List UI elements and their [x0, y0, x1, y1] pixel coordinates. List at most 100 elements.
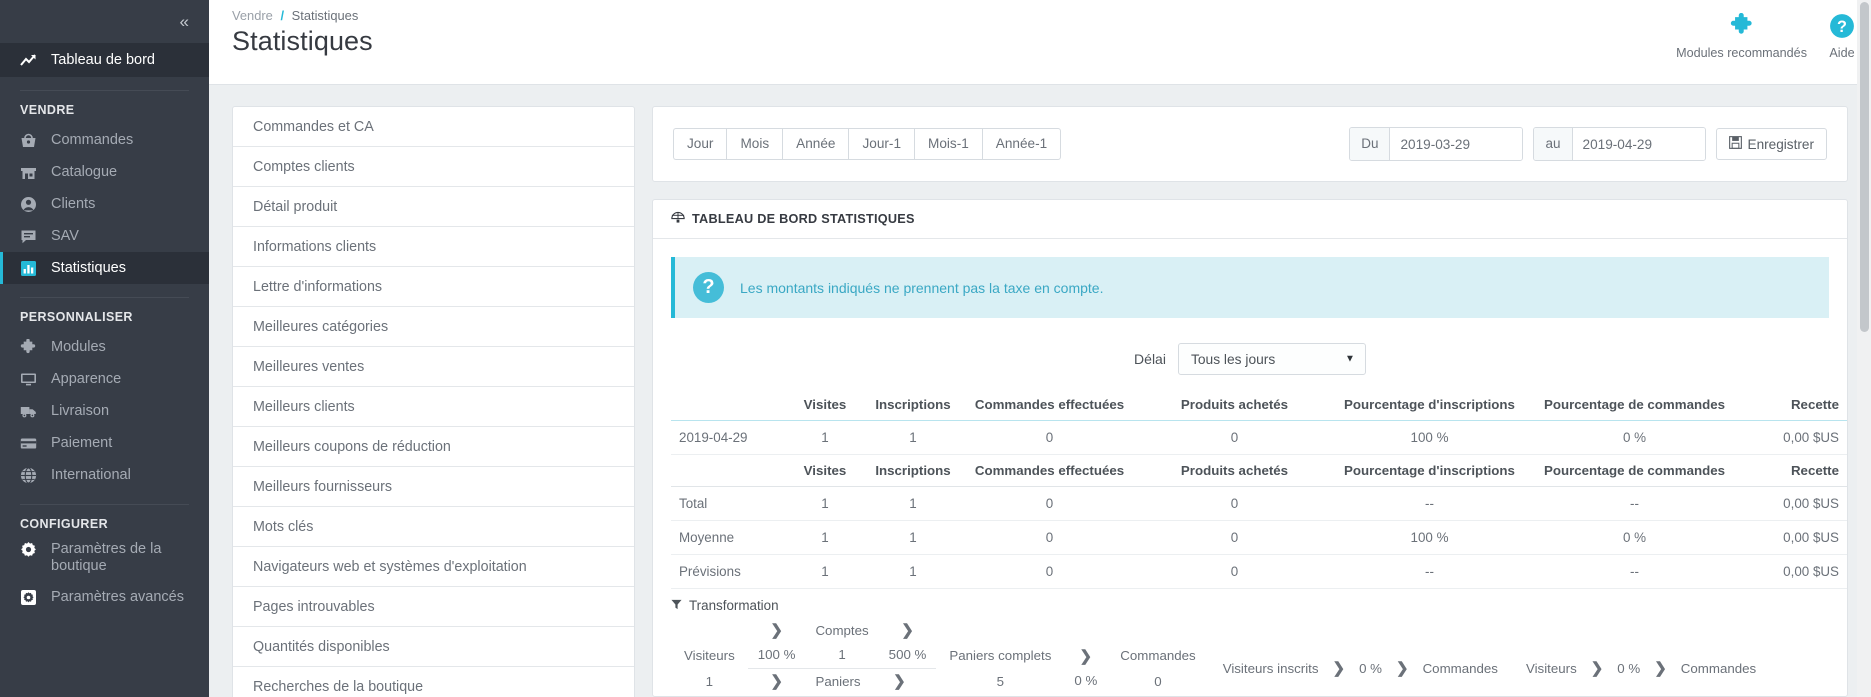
funnel-tail-label-2: Commandes [1422, 661, 1498, 677]
sidebar-item-international[interactable]: International [0, 459, 209, 491]
sidebar-section-title-personnaliser: PERSONNALISER [20, 310, 133, 324]
sidebar-item-statistiques[interactable]: Statistiques [0, 252, 209, 284]
stat-list-item[interactable]: Informations clients [233, 227, 634, 267]
period-button-jour-1[interactable]: Jour-1 [848, 128, 914, 160]
funnel-step-commandes: Commandes 0 [1107, 643, 1208, 695]
stat-list-item[interactable]: Détail produit [233, 187, 634, 227]
funnel-start: Visiteurs 1 [671, 643, 748, 695]
chevron-right-icon: ❯ [901, 622, 914, 640]
sidebar-item-catalogue[interactable]: Catalogue [0, 156, 209, 188]
sidebar-item-label: International [51, 467, 131, 483]
period-button-annee-1[interactable]: Année-1 [981, 128, 1062, 160]
delai-label: Délai [1134, 351, 1166, 368]
funnel-node-paniers: Paniers 5 [805, 670, 870, 696]
sidebar-item-parametres-de-la-boutique[interactable]: Paramètres de la boutique [0, 538, 209, 581]
sidebar-item-livraison[interactable]: Livraison [0, 395, 209, 427]
col-pourcentage-inscriptions: Pourcentage d'inscriptions [1344, 397, 1515, 413]
stat-list-item[interactable]: Lettre d'informations [233, 267, 634, 307]
sidebar-item-apparence[interactable]: Apparence [0, 363, 209, 395]
cell-commandes-effectuees: 0 [957, 420, 1142, 456]
stat-list-item[interactable]: Meilleures catégories [233, 307, 634, 347]
breadcrumb-parent[interactable]: Vendre [232, 8, 273, 23]
cell-pourcentage-commandes: -- [1532, 554, 1737, 590]
help-circle-icon: ? [1829, 10, 1855, 41]
stat-list-item[interactable]: Mots clés [233, 507, 634, 547]
person-icon [20, 196, 37, 213]
col-produits-achetes: Produits achetés [1180, 397, 1289, 413]
transformation-title-label: Transformation [689, 598, 779, 614]
question-circle-icon: ? [693, 272, 724, 304]
breadcrumb-current: Statistiques [291, 8, 359, 23]
stat-list-item[interactable]: Commandes et CA [233, 107, 634, 147]
stat-list-item[interactable]: Recherches de la boutique [233, 667, 634, 697]
col-pourcentage-inscriptions: Pourcentage d'inscriptions [1327, 454, 1532, 488]
transformation-title: Transformation [671, 598, 1829, 613]
period-button-jour[interactable]: Jour [673, 128, 727, 160]
truck-icon [20, 403, 37, 420]
statistics-dashboard-card: TABLEAU DE BORD STATISTIQUES ? Les monta… [652, 199, 1848, 697]
cell-pourcentage-commandes: 0 % [1532, 520, 1737, 556]
table-row: Total 1 1 0 0 -- -- 0,00 $US [671, 486, 1847, 522]
recommended-modules-button[interactable]: Modules recommandés [1676, 10, 1807, 60]
help-button[interactable]: ? Aide [1829, 10, 1855, 60]
delai-select-wrapper: Tous les jours ▼ [1177, 343, 1366, 376]
page-scrollbar[interactable] [1857, 0, 1871, 697]
sidebar-item-parametres-avances[interactable]: Paramètres avancés [0, 581, 209, 613]
stat-list-item[interactable]: Meilleurs fournisseurs [233, 467, 634, 507]
stat-list-item[interactable]: Navigateurs web et systèmes d'exploitati… [233, 547, 634, 587]
date-to-input[interactable] [1572, 128, 1705, 160]
col-produits-achetes: Produits achetés [1142, 454, 1327, 488]
cell-pourcentage-inscriptions: -- [1327, 554, 1532, 590]
sidebar-item-label: Tableau de bord [51, 52, 155, 68]
puzzle-icon [20, 338, 37, 356]
main-area: Vendre / Statistiques Statistiques Modul… [209, 0, 1871, 697]
transformation-funnel: Visiteurs 1 ❯ 100 % Comptes 1 ❯ 500 % ❯ … [671, 619, 1829, 696]
stat-list-item[interactable]: Comptes clients [233, 147, 634, 187]
cell-pourcentage-commandes: -- [1532, 486, 1737, 522]
col-pourcentage-commandes: Pourcentage de commandes [1543, 397, 1726, 413]
sidebar-item-commandes[interactable]: Commandes [0, 124, 209, 156]
period-button-annee[interactable]: Année [782, 128, 849, 160]
stat-list-item[interactable]: Quantités disponibles [233, 627, 634, 667]
funnel-node-value: 1 [838, 647, 846, 663]
dashboard-card-title: TABLEAU DE BORD STATISTIQUES [692, 212, 915, 227]
sidebar-item-clients[interactable]: Clients [0, 188, 209, 220]
funnel-tail-pct: 0 % [1617, 661, 1641, 677]
stat-list-item[interactable]: Meilleures ventes [233, 347, 634, 387]
cell-pourcentage-commandes: 0 % [1532, 420, 1737, 456]
period-button-mois-1[interactable]: Mois-1 [914, 128, 982, 160]
sidebar-item-paiement[interactable]: Paiement [0, 427, 209, 459]
period-button-mois[interactable]: Mois [726, 128, 783, 160]
chevron-right-icon: ❯ [1654, 659, 1667, 677]
sidebar-item-label: Livraison [51, 403, 110, 419]
statistics-table: Visites Inscriptions Commandes effectuée… [671, 389, 1847, 590]
sidebar: « Tableau de bord VENDRE Commandes Catal… [0, 0, 209, 697]
collapse-sidebar-icon[interactable]: « [180, 13, 190, 30]
col-blank [671, 389, 781, 421]
sidebar-item-sav[interactable]: SAV [0, 220, 209, 252]
sidebar-item-modules[interactable]: Modules [0, 331, 209, 363]
cell-date: 2019-04-29 [671, 420, 781, 456]
stat-list-item[interactable]: Pages introuvables [233, 587, 634, 627]
chevron-right-icon: ❯ [770, 622, 783, 640]
save-button[interactable]: Enregistrer [1715, 128, 1827, 160]
summary-header-row: Visites Inscriptions Commandes effectuée… [671, 454, 1847, 488]
cell-produits-achetes: 0 [1142, 486, 1327, 522]
right-column: Jour Mois Année Jour-1 Mois-1 Année-1 Du [652, 106, 1848, 697]
stat-list-item[interactable]: Meilleurs coupons de réduction [233, 427, 634, 467]
col-commandes-effectuees: Commandes effectuées [974, 397, 1125, 413]
stat-list-item[interactable]: Meilleurs clients [233, 387, 634, 427]
col-visites: Visites [781, 454, 869, 488]
funnel-branch-divider [747, 668, 937, 670]
funnel-tail-visiteurs: Visiteurs ❯ 0 % ❯ Commandes [1512, 657, 1770, 681]
delai-select[interactable]: Tous les jours [1177, 343, 1366, 376]
col-inscriptions: Inscriptions [869, 454, 957, 488]
date-from-input[interactable] [1390, 128, 1523, 160]
sidebar-item-tableau-de-bord[interactable]: Tableau de bord [0, 43, 209, 77]
period-button-group: Jour Mois Année Jour-1 Mois-1 Année-1 [673, 128, 1062, 160]
sidebar-item-label: Catalogue [51, 164, 118, 180]
funnel-pct-paniers-complets: ❯ 0 % [1064, 645, 1107, 693]
page-scrollbar-thumb[interactable] [1860, 2, 1869, 332]
cell-recette: 0,00 $US [1737, 554, 1847, 590]
sidebar-item-label: Paramètres de la boutique [51, 541, 162, 574]
